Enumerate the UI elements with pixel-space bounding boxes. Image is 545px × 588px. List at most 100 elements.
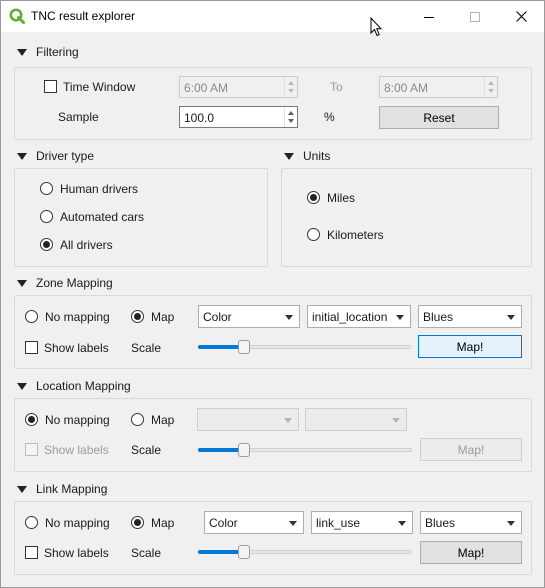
link-scale-label: Scale bbox=[131, 546, 162, 560]
minimize-icon bbox=[424, 16, 434, 18]
slider-handle[interactable] bbox=[238, 443, 250, 457]
from-time-stepper[interactable] bbox=[284, 77, 297, 97]
zone-type-combo[interactable]: Color bbox=[198, 305, 300, 328]
zone-scale-slider[interactable] bbox=[198, 339, 411, 355]
driver-type-header-label: Driver type bbox=[36, 149, 95, 163]
location-map-label: Map bbox=[151, 413, 175, 427]
filtering-header-label: Filtering bbox=[36, 45, 79, 59]
human-drivers-label: Human drivers bbox=[60, 182, 139, 196]
down-arrow-icon bbox=[288, 119, 294, 123]
sample-value: 100.0 bbox=[184, 111, 215, 125]
location-show-labels-checkbox[interactable] bbox=[25, 443, 38, 456]
sample-stepper[interactable] bbox=[284, 107, 297, 127]
to-label: To bbox=[330, 80, 343, 94]
driver-type-header[interactable]: Driver type bbox=[15, 149, 94, 163]
location-scale-label: Scale bbox=[131, 443, 162, 457]
minimize-button[interactable] bbox=[406, 1, 452, 32]
link-mapping-header-label: Link Mapping bbox=[36, 482, 108, 496]
tnc-result-explorer-window: TNC result explorer Filtering Time Windo… bbox=[0, 0, 545, 588]
kilometers-label: Kilometers bbox=[327, 228, 384, 242]
chevron-down-icon bbox=[396, 315, 404, 320]
location-radio-map[interactable] bbox=[131, 413, 144, 426]
radio-miles[interactable] bbox=[307, 191, 320, 204]
collapse-arrow-icon bbox=[284, 152, 294, 160]
units-header[interactable]: Units bbox=[282, 149, 330, 163]
zone-radio-no-mapping[interactable] bbox=[25, 310, 38, 323]
link-radio-no-mapping[interactable] bbox=[25, 516, 38, 529]
maximize-button[interactable] bbox=[452, 1, 498, 32]
zone-no-mapping-label: No mapping bbox=[45, 310, 110, 324]
zone-map-button[interactable]: Map! bbox=[418, 335, 522, 358]
zone-palette-combo[interactable]: Blues bbox=[418, 305, 522, 328]
zone-field-combo[interactable]: initial_location bbox=[307, 305, 411, 328]
close-button[interactable] bbox=[498, 1, 544, 32]
link-no-mapping-label: No mapping bbox=[45, 516, 110, 530]
automated-cars-label: Automated cars bbox=[60, 210, 145, 224]
all-drivers-label: All drivers bbox=[60, 238, 113, 252]
time-window-checkbox[interactable] bbox=[44, 80, 57, 93]
sample-unit-label: % bbox=[324, 110, 335, 124]
link-mapping-header[interactable]: Link Mapping bbox=[15, 482, 107, 496]
location-mapping-header-label: Location Mapping bbox=[36, 379, 131, 393]
link-map-button[interactable]: Map! bbox=[420, 541, 522, 564]
up-arrow-icon bbox=[288, 111, 294, 115]
location-show-labels-label: Show labels bbox=[44, 443, 109, 457]
from-time-spinbox[interactable]: 6:00 AM bbox=[179, 76, 298, 98]
units-header-label: Units bbox=[303, 149, 331, 163]
link-show-labels-label: Show labels bbox=[44, 546, 109, 560]
link-type-value: Color bbox=[209, 516, 238, 530]
radio-human-drivers[interactable] bbox=[40, 182, 53, 195]
filtering-header[interactable]: Filtering bbox=[15, 45, 79, 59]
zone-mapping-header[interactable]: Zone Mapping bbox=[15, 276, 113, 290]
qgis-app-icon bbox=[9, 8, 25, 24]
link-scale-slider[interactable] bbox=[198, 544, 412, 560]
location-mapping-header[interactable]: Location Mapping bbox=[15, 379, 131, 393]
link-radio-map[interactable] bbox=[131, 516, 144, 529]
to-time-spinbox[interactable]: 8:00 AM bbox=[379, 76, 498, 98]
title-bar[interactable]: TNC result explorer bbox=[1, 1, 544, 37]
sample-spinbox[interactable]: 100.0 bbox=[179, 106, 298, 128]
collapse-arrow-icon bbox=[17, 152, 27, 160]
up-arrow-icon bbox=[488, 81, 494, 85]
chevron-down-icon bbox=[507, 521, 515, 526]
link-palette-combo[interactable]: Blues bbox=[420, 511, 522, 534]
collapse-arrow-icon bbox=[17, 48, 27, 56]
chevron-down-icon bbox=[285, 315, 293, 320]
zone-radio-map[interactable] bbox=[131, 310, 144, 323]
reset-button[interactable]: Reset bbox=[379, 106, 499, 129]
miles-label: Miles bbox=[327, 191, 356, 205]
radio-kilometers[interactable] bbox=[307, 228, 320, 241]
location-radio-no-mapping[interactable] bbox=[25, 413, 38, 426]
to-time-stepper[interactable] bbox=[484, 77, 497, 97]
chevron-down-icon bbox=[284, 418, 292, 423]
link-field-combo[interactable]: link_use bbox=[311, 511, 413, 534]
link-type-combo[interactable]: Color bbox=[204, 511, 304, 534]
chevron-down-icon bbox=[398, 521, 406, 526]
zone-type-value: Color bbox=[203, 310, 232, 324]
collapse-arrow-icon bbox=[17, 279, 27, 287]
zone-show-labels-checkbox[interactable] bbox=[25, 341, 38, 354]
location-map-button[interactable]: Map! bbox=[420, 438, 522, 461]
from-time-value: 6:00 AM bbox=[184, 81, 229, 95]
sample-label: Sample bbox=[58, 110, 99, 124]
location-scale-slider[interactable] bbox=[198, 442, 412, 458]
link-show-labels-checkbox[interactable] bbox=[25, 546, 38, 559]
zone-palette-value: Blues bbox=[423, 310, 454, 324]
mouse-cursor-icon bbox=[370, 17, 382, 37]
maximize-icon bbox=[470, 11, 480, 22]
radio-all-drivers[interactable] bbox=[40, 238, 53, 251]
slider-handle[interactable] bbox=[238, 340, 250, 354]
location-type-combo[interactable] bbox=[197, 408, 299, 431]
chevron-down-icon bbox=[392, 418, 400, 423]
down-arrow-icon bbox=[488, 89, 494, 93]
window-title: TNC result explorer bbox=[31, 9, 136, 23]
zone-mapping-header-label: Zone Mapping bbox=[36, 276, 113, 290]
radio-automated-cars[interactable] bbox=[40, 210, 53, 223]
zone-field-value: initial_location bbox=[312, 310, 388, 324]
slider-handle[interactable] bbox=[238, 545, 250, 559]
chevron-down-icon bbox=[289, 521, 297, 526]
zone-show-labels-label: Show labels bbox=[44, 341, 109, 355]
location-field-combo[interactable] bbox=[305, 408, 407, 431]
zone-map-label: Map bbox=[151, 310, 175, 324]
collapse-arrow-icon bbox=[17, 485, 27, 493]
